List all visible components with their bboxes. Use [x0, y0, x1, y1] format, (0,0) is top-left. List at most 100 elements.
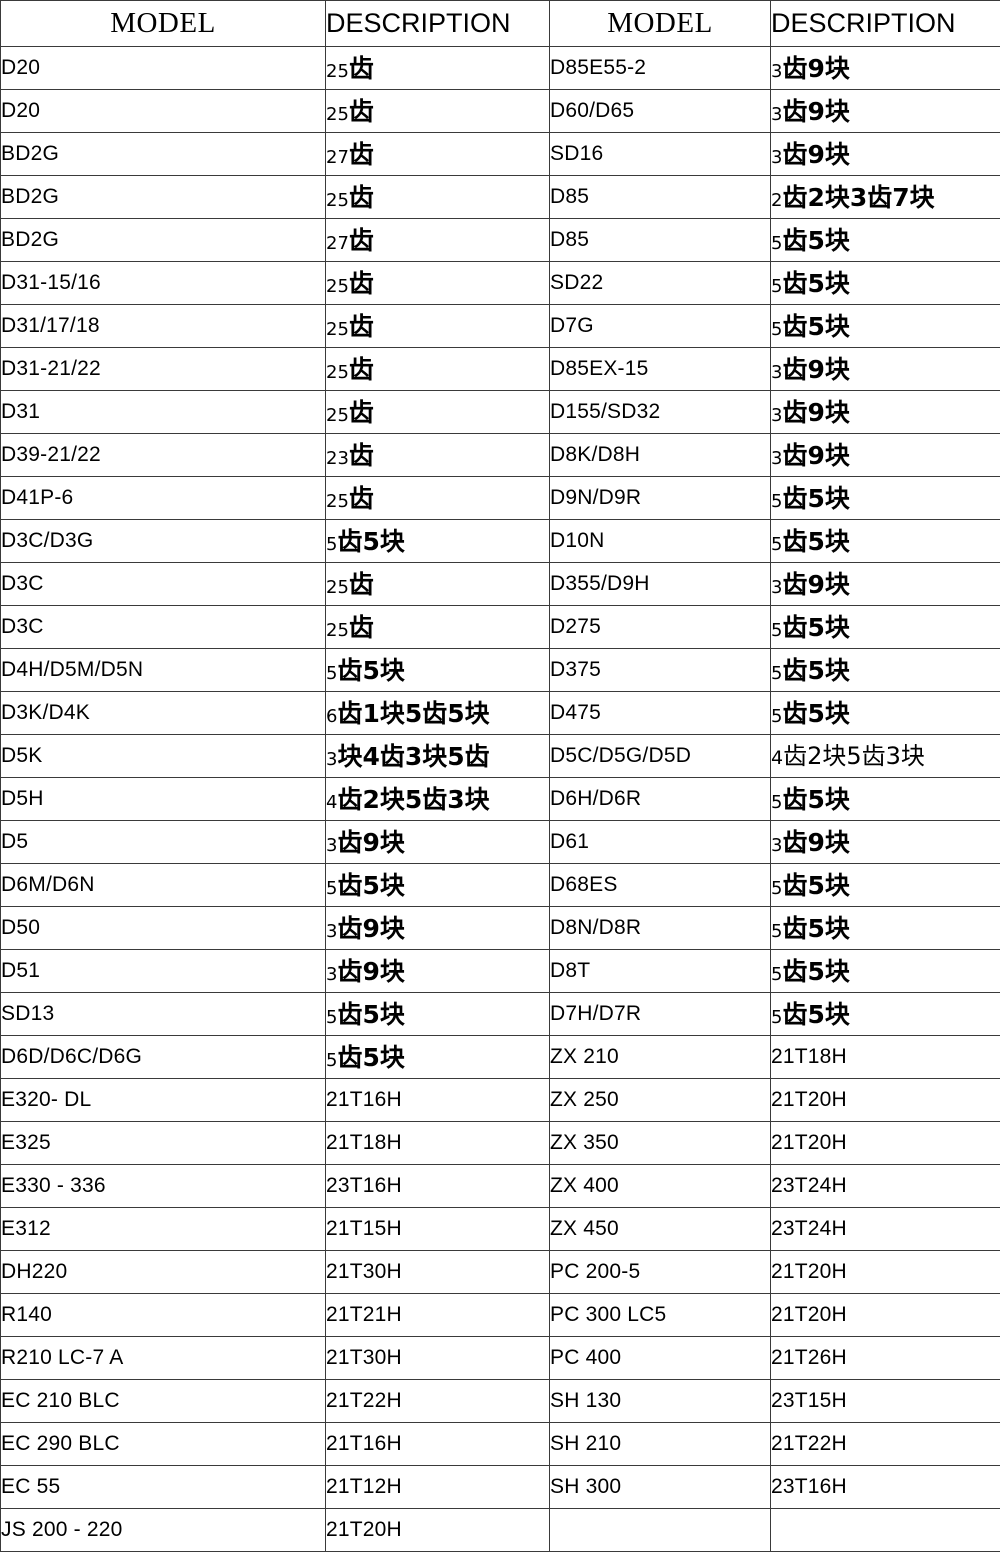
- cell-description-left: 25齿: [326, 47, 550, 90]
- cell-model-right: D8T: [550, 950, 771, 993]
- spec-body-text: 齿: [349, 355, 374, 384]
- table-row: BD2G25齿D852齿2块3齿7块: [1, 176, 1000, 219]
- cell-description-right: 21T22H: [771, 1423, 1000, 1466]
- spec-lead-numeral: 5: [771, 319, 782, 340]
- cell-description-left: 27齿: [326, 133, 550, 176]
- cell-description-left: 21T22H: [326, 1380, 550, 1423]
- cell-model-left: DH220: [1, 1251, 326, 1294]
- cell-model-right: D8N/D8R: [550, 907, 771, 950]
- cell-model-right: D155/SD32: [550, 391, 771, 434]
- cell-model-right: SD22: [550, 262, 771, 305]
- cell-model-left: BD2G: [1, 219, 326, 262]
- cell-model-left: D39-21/22: [1, 434, 326, 477]
- cell-model-right: D8K/D8H: [550, 434, 771, 477]
- cell-description-right: 23T15H: [771, 1380, 1000, 1423]
- table-row: D5H4齿2块5齿3块D6H/D6R5齿5块: [1, 778, 1000, 821]
- spec-body-text: 齿5块: [782, 613, 849, 642]
- cell-model-right: ZX 210: [550, 1036, 771, 1079]
- cell-model-left: D5H: [1, 778, 326, 821]
- cell-model-left: D31/17/18: [1, 305, 326, 348]
- spec-body-text: 齿: [349, 183, 374, 212]
- spec-lead-numeral: 27: [326, 147, 349, 168]
- spec-lead-numeral: 25: [326, 362, 349, 383]
- cell-description-right: 5齿5块: [771, 778, 1000, 821]
- spec-body-text: 齿5块: [782, 699, 849, 728]
- spec-body-text: 齿5块: [337, 1000, 404, 1029]
- spec-lead-numeral: 25: [326, 319, 349, 340]
- spec-lead-numeral: 5: [771, 534, 782, 555]
- spec-lead-numeral: 5: [771, 964, 782, 985]
- cell-description-right: 21T20H: [771, 1079, 1000, 1122]
- table-row: R210 LC-7 A21T30HPC 40021T26H: [1, 1337, 1000, 1380]
- spec-body-text: 齿9块: [337, 914, 404, 943]
- table-row: JS 200 - 22021T20H: [1, 1509, 1000, 1552]
- cell-description-right: 3齿9块: [771, 434, 1000, 477]
- cell-description-right: 5齿5块: [771, 305, 1000, 348]
- cell-model-right: D475: [550, 692, 771, 735]
- spec-lead-numeral: 5: [326, 1050, 337, 1071]
- spec-lead-numeral: 5: [771, 233, 782, 254]
- cell-model-left: EC 290 BLC: [1, 1423, 326, 1466]
- table-row: EC 210 BLC21T22HSH 13023T15H: [1, 1380, 1000, 1423]
- table-body: D2025齿D85E55-23齿9块D2025齿D60/D653齿9块BD2G2…: [1, 47, 1000, 1552]
- cell-model-right: [550, 1509, 771, 1552]
- cell-description-left: 21T30H: [326, 1251, 550, 1294]
- spec-body-text: 齿9块: [782, 97, 849, 126]
- cell-description-left: 21T16H: [326, 1079, 550, 1122]
- cell-model-right: ZX 250: [550, 1079, 771, 1122]
- table-row: D6M/D6N5齿5块D68ES5齿5块: [1, 864, 1000, 907]
- spec-body-text: 齿1块5齿5块: [337, 699, 489, 728]
- spec-lead-numeral: 25: [326, 491, 349, 512]
- spec-lead-numeral: 25: [326, 405, 349, 426]
- cell-model-left: E320- DL: [1, 1079, 326, 1122]
- cell-model-left: R210 LC-7 A: [1, 1337, 326, 1380]
- spec-body-text: 齿9块: [782, 54, 849, 83]
- cell-description-right: 5齿5块: [771, 262, 1000, 305]
- spec-body-text: 齿9块: [337, 957, 404, 986]
- table-header-row: MODEL DESCRIPTION MODEL DESCRIPTION: [1, 1, 1000, 47]
- table-row: D2025齿D60/D653齿9块: [1, 90, 1000, 133]
- column-header-model-right: MODEL: [550, 1, 771, 47]
- spec-lead-numeral: 3: [326, 964, 337, 985]
- spec-body-text: 齿5块: [782, 656, 849, 685]
- cell-description-right: 5齿5块: [771, 649, 1000, 692]
- table-row: BD2G27齿SD163齿9块: [1, 133, 1000, 176]
- cell-description-right: 21T20H: [771, 1251, 1000, 1294]
- cell-description-left: 27齿: [326, 219, 550, 262]
- cell-model-left: D6D/D6C/D6G: [1, 1036, 326, 1079]
- spec-body-text: 齿: [349, 570, 374, 599]
- cell-description-right: 3齿9块: [771, 391, 1000, 434]
- spec-lead-numeral: 6: [326, 706, 337, 727]
- spec-lead-numeral: 4: [771, 747, 783, 769]
- spec-body-text: 齿5块: [782, 785, 849, 814]
- spec-body-text: 齿5块: [337, 656, 404, 685]
- cell-description-left: 25齿: [326, 90, 550, 133]
- spec-lead-numeral: 5: [771, 1007, 782, 1028]
- cell-description-left: 5齿5块: [326, 649, 550, 692]
- cell-model-left: BD2G: [1, 176, 326, 219]
- cell-description-right: 5齿5块: [771, 219, 1000, 262]
- spec-lead-numeral: 5: [771, 276, 782, 297]
- spec-lead-numeral: 27: [326, 233, 349, 254]
- table-row: EC 5521T12HSH 30023T16H: [1, 1466, 1000, 1509]
- table-row: D3K/D4K6齿1块5齿5块D4755齿5块: [1, 692, 1000, 735]
- spec-lead-numeral: 25: [326, 61, 349, 82]
- spec-body-text: 齿5块: [782, 226, 849, 255]
- column-header-description-left: DESCRIPTION: [326, 1, 550, 47]
- table-row: E32521T18HZX 35021T20H: [1, 1122, 1000, 1165]
- cell-model-right: D61: [550, 821, 771, 864]
- table-row: D5K3块4齿3块5齿D5C/D5G/D5D4齿2块5齿3块: [1, 735, 1000, 778]
- spec-body-text: 齿: [349, 441, 374, 470]
- cell-model-left: D31-21/22: [1, 348, 326, 391]
- cell-model-right: D7H/D7R: [550, 993, 771, 1036]
- cell-model-right: D5C/D5G/D5D: [550, 735, 771, 778]
- cell-description-right: 4齿2块5齿3块: [771, 735, 1000, 778]
- cell-model-right: D375: [550, 649, 771, 692]
- cell-model-right: SH 300: [550, 1466, 771, 1509]
- spec-lead-numeral: 3: [771, 61, 782, 82]
- spec-body-text: 齿9块: [782, 355, 849, 384]
- cell-description-left: 21T21H: [326, 1294, 550, 1337]
- cell-description-left: 3块4齿3块5齿: [326, 735, 550, 778]
- spec-body-text: 齿9块: [782, 140, 849, 169]
- cell-description-right: 5齿5块: [771, 950, 1000, 993]
